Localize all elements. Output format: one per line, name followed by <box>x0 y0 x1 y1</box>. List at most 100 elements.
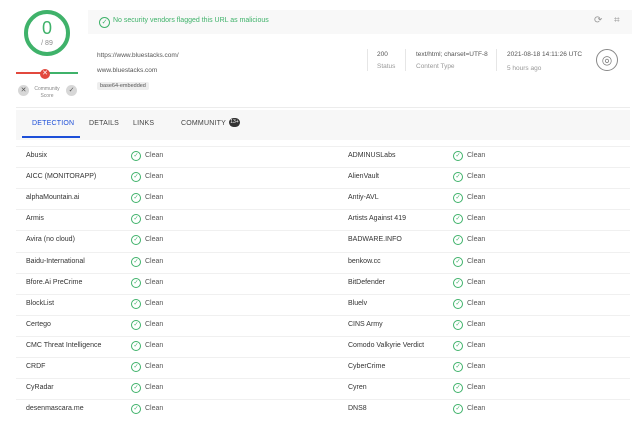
vendor-name: CINS Army <box>348 321 383 328</box>
vote-up-button[interactable]: ✓ <box>66 85 77 96</box>
verdict-label: Clean <box>467 342 486 349</box>
row-divider <box>16 399 630 400</box>
verdict-label: Clean <box>145 363 164 370</box>
check-circle-icon: ✓ <box>453 278 463 288</box>
host-text[interactable]: www.bluestacks.com <box>97 67 157 74</box>
check-circle-icon: ✓ <box>453 235 463 245</box>
tag-badge[interactable]: base64-embedded <box>97 82 149 90</box>
engine-total: / 89 <box>41 40 53 47</box>
verdict-label: Clean <box>145 279 164 286</box>
verdict-label: Clean <box>145 215 164 222</box>
vendor-name: Bluelv <box>348 300 368 307</box>
globe-icon: ◎ <box>596 49 618 71</box>
tab-links[interactable]: LINKS <box>133 120 154 127</box>
row-divider <box>16 294 630 295</box>
tab-community[interactable]: COMMUNITY <box>181 120 226 127</box>
vendor-name: AlienVault <box>348 173 380 180</box>
verdict-label: Clean <box>145 300 164 307</box>
vendor-name: Armis <box>26 215 44 222</box>
check-circle-icon: ✓ <box>453 299 463 309</box>
vendor-name: desenmascara.me <box>26 405 84 412</box>
verdict-label: Clean <box>467 258 486 265</box>
verdict-label: Clean <box>145 236 164 243</box>
check-circle-icon: ✓ <box>453 383 463 393</box>
vendor-name: alphaMountain.ai <box>26 194 80 201</box>
url-text[interactable]: https://www.bluestacks.com/ <box>97 52 179 59</box>
divider <box>405 49 406 71</box>
vendor-name: Certego <box>26 321 51 328</box>
divider <box>496 49 497 71</box>
verdict-label: Clean <box>467 321 486 328</box>
vendor-name: Bfore.Ai PreCrime <box>26 279 83 286</box>
check-circle-icon: ✓ <box>131 341 141 351</box>
check-circle-icon: ✓ <box>453 257 463 267</box>
status-value: 200 <box>377 51 388 58</box>
row-divider <box>16 252 630 253</box>
refresh-icon[interactable]: ⟳ <box>594 15 602 26</box>
check-circle-icon: ✓ <box>453 404 463 414</box>
verdict-label: Clean <box>467 363 486 370</box>
row-divider <box>16 378 630 379</box>
verdict-label: Clean <box>467 194 486 201</box>
tab-detection[interactable]: DETECTION <box>32 120 74 127</box>
detection-count: 0 <box>41 18 52 38</box>
row-divider <box>16 230 630 231</box>
community-bar-positive <box>46 72 78 74</box>
content-type-value: text/html; charset=UTF-8 <box>416 51 488 58</box>
vendor-name: DNS8 <box>348 405 367 412</box>
verdict-label: Clean <box>145 173 164 180</box>
check-circle-icon: ✓ <box>453 172 463 182</box>
divider <box>16 107 630 108</box>
vendor-name: Comodo Valkyrie Verdict <box>348 342 425 349</box>
vendor-name: Artists Against 419 <box>348 215 406 222</box>
verdict-label: Clean <box>467 215 486 222</box>
verdict-label: Clean <box>145 194 164 201</box>
vendor-name: BitDefender <box>348 279 385 286</box>
row-divider <box>16 167 630 168</box>
vote-down-button[interactable]: ✕ <box>18 85 29 96</box>
analysis-ago: 5 hours ago <box>507 65 542 72</box>
row-divider <box>16 315 630 316</box>
check-circle-icon: ✓ <box>453 341 463 351</box>
check-circle-icon: ✓ <box>131 362 141 372</box>
vendor-name: Cyren <box>348 384 367 391</box>
vendor-name: CMC Threat Intelligence <box>26 342 102 349</box>
vendor-name: Antiy-AVL <box>348 194 379 201</box>
verdict-label: Clean <box>145 384 164 391</box>
vendor-name: BADWARE.INFO <box>348 236 402 243</box>
verdict-label: Clean <box>145 342 164 349</box>
verdict-label: Clean <box>467 173 486 180</box>
check-circle-icon: ✓ <box>453 362 463 372</box>
vendor-name: Abusix <box>26 152 48 159</box>
qr-icon[interactable]: ⌗ <box>614 15 620 26</box>
check-circle-icon: ✓ <box>131 257 141 267</box>
content-type-label: Content Type <box>416 63 455 70</box>
verdict-label: Clean <box>145 321 164 328</box>
row-divider <box>16 146 630 147</box>
status-label: Status <box>377 63 396 70</box>
vendor-name: benkow.cc <box>348 258 381 265</box>
vendor-name: CyRadar <box>26 384 54 391</box>
community-count-badge: 13+ <box>229 118 240 127</box>
verdict-label: Clean <box>145 258 164 265</box>
banner-message: No security vendors flagged this URL as … <box>113 17 269 24</box>
check-circle-icon: ✓ <box>453 214 463 224</box>
check-circle-icon: ✓ <box>453 151 463 161</box>
check-circle-icon: ✓ <box>131 320 141 330</box>
verdict-label: Clean <box>467 405 486 412</box>
verdict-label: Clean <box>467 279 486 286</box>
check-circle-icon: ✓ <box>131 235 141 245</box>
malicious-x-icon: ✕ <box>40 69 50 79</box>
analysis-date: 2021-08-18 14:11:26 UTC <box>507 51 583 58</box>
check-circle-icon: ✓ <box>131 278 141 288</box>
vendor-name: CRDF <box>26 363 46 370</box>
check-circle-icon: ✓ <box>99 17 110 28</box>
check-circle-icon: ✓ <box>131 214 141 224</box>
divider <box>367 49 368 71</box>
check-circle-icon: ✓ <box>131 383 141 393</box>
vendor-name: AICC (MONITORAPP) <box>26 173 97 180</box>
tab-details[interactable]: DETAILS <box>89 120 119 127</box>
row-divider <box>16 188 630 189</box>
check-circle-icon: ✓ <box>131 151 141 161</box>
row-divider <box>16 209 630 210</box>
